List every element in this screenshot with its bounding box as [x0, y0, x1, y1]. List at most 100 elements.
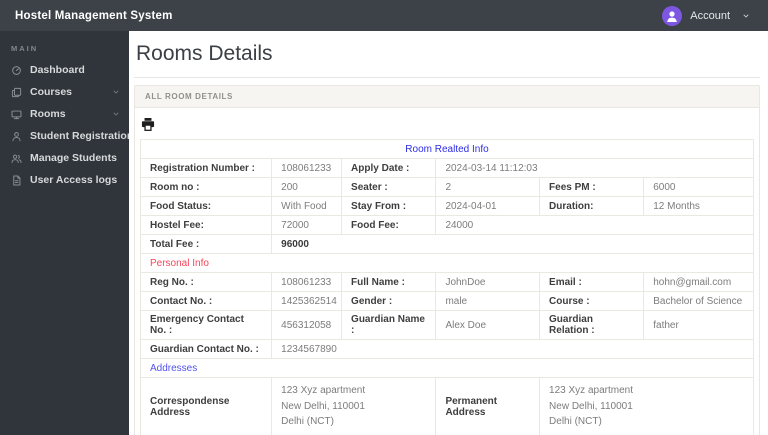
content: Rooms Details ALL ROOM DETAILS Room Real…: [129, 31, 768, 435]
detail-row: Guardian Contact No. :1234567890: [139, 339, 754, 359]
top-navbar: Hostel Management System Account: [0, 0, 768, 31]
field-value: 2024-03-14 11:12:03: [435, 158, 754, 178]
detail-row: Room no :200 Seater :2 Fees PM :6000: [139, 177, 754, 197]
page-layout: MAIN Dashboard Courses Rooms Student Reg…: [0, 31, 768, 435]
field-label: Seater :: [341, 177, 437, 197]
courses-icon: [11, 87, 22, 98]
sidebar-item-label: Student Registration: [30, 130, 134, 142]
account-label: Account: [690, 9, 730, 22]
field-label: Apply Date :: [341, 158, 437, 178]
main-area: Rooms Details ALL ROOM DETAILS Room Real…: [129, 31, 768, 435]
page-title: Rooms Details: [136, 42, 273, 65]
field-label: Permanent Address: [435, 377, 541, 435]
field-label: Gender :: [341, 291, 437, 311]
field-value: 24000: [435, 215, 754, 235]
sidebar: MAIN Dashboard Courses Rooms Student Reg…: [0, 31, 133, 435]
detail-row: Emergency Contact No. :456312058 Guardian…: [139, 310, 754, 340]
detail-row: Registration Number :108061233 Apply Date…: [139, 158, 754, 178]
chevron-down-icon: [112, 88, 120, 96]
field-value: male: [435, 291, 541, 311]
field-value: 1425362514: [271, 291, 343, 311]
field-value: Bachelor of Science: [643, 291, 754, 311]
card-body: Room Realted Info Registration Number :10…: [135, 108, 759, 435]
section-title-row: Personal Info: [140, 253, 754, 273]
sidebar-item-label: Rooms: [30, 108, 66, 120]
sidebar-item-label: Courses: [30, 86, 73, 98]
field-label: Food Status:: [139, 196, 273, 216]
field-value: With Food: [271, 196, 343, 216]
section-title-row: Addresses: [140, 358, 754, 378]
section-title-personal-info: Personal Info: [140, 253, 754, 273]
sidebar-item-dashboard[interactable]: Dashboard: [0, 59, 129, 81]
sidebar-section-label: MAIN: [11, 44, 39, 53]
field-value: Alex Doe: [435, 310, 541, 340]
field-value: 2024-04-01: [435, 196, 541, 216]
field-value: 123 Xyz apartment New Delhi, 110001 Delh…: [271, 377, 437, 435]
field-label: Email :: [539, 272, 645, 292]
print-button[interactable]: [141, 118, 155, 134]
field-label: Guardian Contact No. :: [139, 339, 273, 359]
field-label: Reg No. :: [139, 272, 273, 292]
sidebar-item-manage-students[interactable]: Manage Students: [0, 147, 129, 169]
field-label: Stay From :: [341, 196, 437, 216]
field-value: 12 Months: [643, 196, 754, 216]
field-label: Room no :: [139, 177, 273, 197]
field-value: 123 Xyz apartment New Delhi, 110001 Delh…: [539, 377, 754, 435]
chevron-down-icon: [742, 12, 750, 20]
field-label: Food Fee:: [341, 215, 437, 235]
field-value: 6000: [643, 177, 754, 197]
sidebar-item-rooms[interactable]: Rooms: [0, 103, 129, 125]
title-divider: [134, 77, 760, 78]
student-registration-icon: [11, 131, 22, 142]
detail-row: Contact No. :1425362514 Gender : male Cours…: [139, 291, 754, 311]
sidebar-item-courses[interactable]: Courses: [0, 81, 129, 103]
person-avatar-icon: [667, 10, 677, 22]
detail-row: Hostel Fee: 72000 Food Fee: 24000: [139, 215, 754, 235]
field-label: Course :: [539, 291, 645, 311]
field-label: Registration Number :: [139, 158, 273, 178]
field-value: 72000: [271, 215, 343, 235]
field-value: hohn@gmail.com: [643, 272, 754, 292]
sidebar-item-student-registration[interactable]: Student Registration: [0, 125, 133, 147]
field-value: father: [643, 310, 754, 340]
field-label: Duration:: [539, 196, 645, 216]
field-value: 96000: [271, 234, 754, 254]
manage-students-icon: [11, 153, 22, 164]
field-value: JohnDoe: [435, 272, 541, 292]
detail-table: Room Realted Info Registration Number :10…: [139, 139, 754, 435]
field-label: Total Fee :: [139, 234, 273, 254]
sidebar-item-label: Manage Students: [30, 152, 117, 164]
field-label: Hostel Fee:: [139, 215, 273, 235]
room-details-card: ALL ROOM DETAILS Room Realted Info Regis…: [134, 85, 760, 435]
rooms-icon: [11, 109, 22, 120]
card-header: ALL ROOM DETAILS: [135, 86, 759, 108]
field-value: 200: [271, 177, 343, 197]
app-brand[interactable]: Hostel Management System: [15, 10, 173, 22]
user-access-logs-icon: [11, 175, 22, 186]
detail-row: Total Fee :96000: [139, 234, 754, 254]
account-menu[interactable]: Account: [662, 5, 750, 26]
account-avatar: [662, 5, 683, 26]
field-label: Full Name :: [341, 272, 437, 292]
section-title-addresses: Addresses: [140, 358, 754, 378]
field-label: Emergency Contact No. :: [139, 310, 273, 340]
detail-row: Food Status: With Food Stay From :2024-04-…: [139, 196, 754, 216]
sidebar-item-user-access-logs[interactable]: User Access logs: [0, 169, 129, 191]
field-label: Guardian Relation :: [539, 310, 645, 340]
detail-table-body: Room Realted Info Registration Number :10…: [139, 139, 754, 435]
print-icon: [141, 118, 155, 134]
sidebar-item-label: Dashboard: [30, 64, 85, 76]
dashboard-icon: [11, 65, 22, 76]
field-label: Correspondense Address: [139, 377, 273, 435]
field-value: 2: [435, 177, 541, 197]
chevron-down-icon: [112, 110, 120, 118]
field-label: Fees PM :: [539, 177, 645, 197]
detail-row: Correspondense Address 123 Xyz apartment …: [139, 377, 754, 435]
section-title-room-related-info: Room Realted Info: [140, 139, 754, 159]
detail-row: Reg No. :108061233 Full Name : JohnDoe Emai…: [139, 272, 754, 292]
section-title-row: Room Realted Info: [140, 139, 754, 159]
field-value: 108061233: [271, 272, 343, 292]
field-label: Contact No. :: [139, 291, 273, 311]
field-label: Guardian Name :: [341, 310, 437, 340]
field-value: 1234567890: [271, 339, 754, 359]
